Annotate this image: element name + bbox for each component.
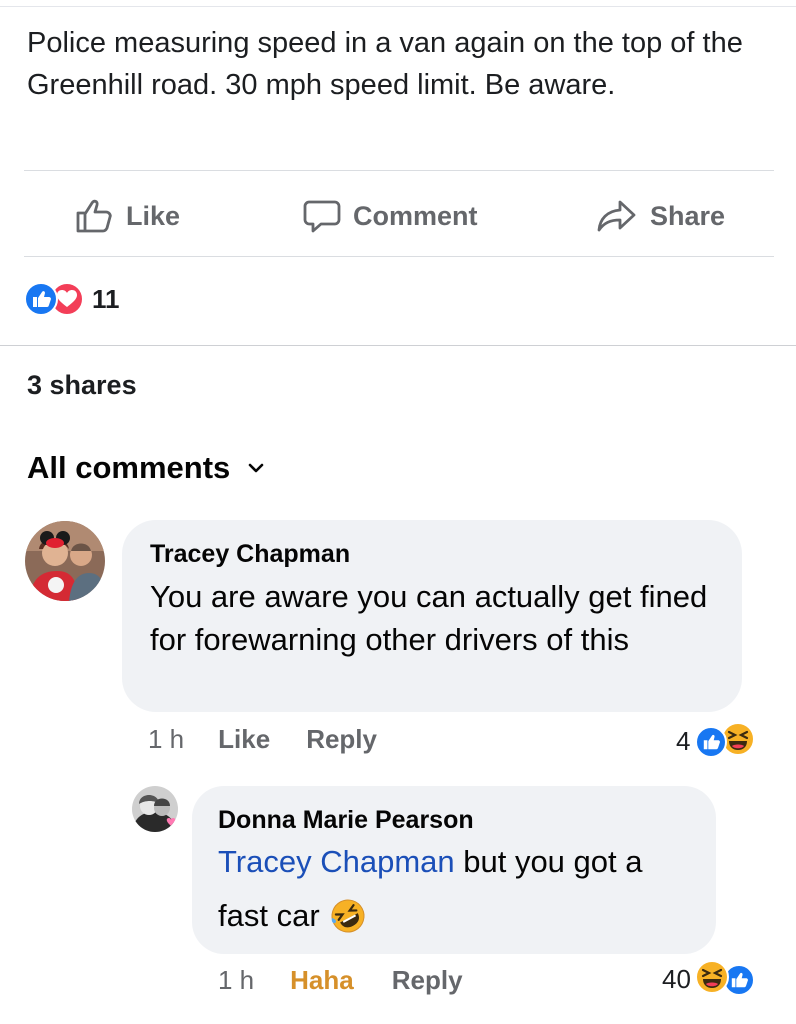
reply-text-line1: Tracey Chapman but you got a [218, 840, 698, 883]
reply-reactions[interactable]: 40 [662, 960, 755, 999]
reply-author[interactable]: Donna Marie Pearson [218, 806, 474, 835]
like-icon [695, 725, 728, 758]
comment-reply-button[interactable]: Reply [306, 724, 377, 755]
comment-button[interactable]: Comment [303, 196, 478, 236]
share-button[interactable]: Share [596, 196, 725, 236]
comment-time[interactable]: 1 h [148, 724, 184, 755]
top-divider [0, 6, 796, 7]
like-button[interactable]: Like [76, 196, 180, 236]
share-label: Share [650, 200, 726, 231]
reply-text: but you got a [454, 844, 643, 879]
comments-filter-label: All comments [27, 450, 231, 485]
avatar[interactable] [132, 786, 178, 832]
reply-reaction-count: 40 [662, 964, 691, 994]
comment-meta: 1 h Like Reply [148, 724, 377, 755]
share-arrow-icon [597, 200, 636, 232]
comments-filter-dropdown[interactable]: All comments [27, 450, 264, 486]
mention-link[interactable]: Tracey Chapman [218, 844, 455, 879]
avatar[interactable] [25, 521, 105, 601]
reply-haha-button[interactable]: Haha [290, 965, 354, 996]
chevron-down-icon [248, 463, 264, 473]
like-icon [24, 282, 58, 316]
shares-count[interactable]: 3 shares [27, 370, 137, 401]
actions-divider-bottom [24, 256, 774, 257]
reply-text-cont: fast car [218, 898, 320, 933]
comment-icon [303, 200, 341, 233]
comment-reaction-count: 4 [676, 726, 691, 756]
reply-meta: 1 h Haha Reply [218, 965, 463, 996]
reaction-count: 11 [92, 283, 120, 314]
rolling-laughing-icon [331, 899, 365, 932]
comment-like-button[interactable]: Like [218, 724, 270, 755]
comment-label: Comment [353, 200, 478, 231]
reply-text-line2: fast car [218, 894, 366, 937]
haha-icon [694, 960, 729, 999]
comment-reactions[interactable]: 4 [676, 722, 756, 761]
comment-author[interactable]: Tracey Chapman [150, 540, 350, 569]
post-text: Police measuring speed in a van again on… [27, 27, 743, 101]
reply-time[interactable]: 1 h [218, 965, 254, 996]
reply-reply-button[interactable]: Reply [392, 965, 463, 996]
comment-text: You are aware you can actually get fined… [150, 579, 708, 657]
post-reactions[interactable]: 11 [24, 282, 120, 316]
thumbs-up-icon [76, 199, 112, 233]
actions-divider-top [24, 170, 774, 171]
like-label: Like [126, 200, 181, 231]
section-divider [0, 345, 796, 346]
